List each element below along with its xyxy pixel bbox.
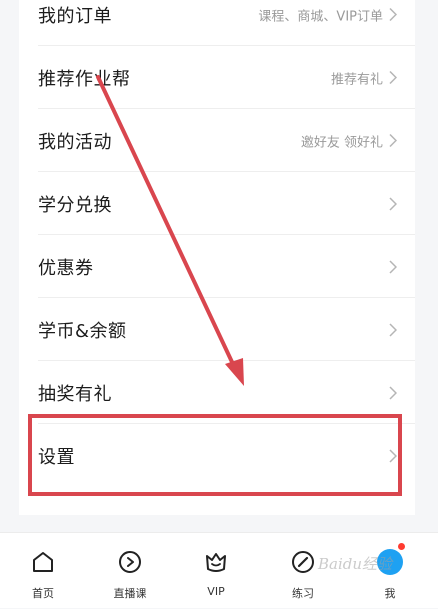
tab-label: 直播课 xyxy=(113,587,147,600)
notification-badge xyxy=(398,543,405,550)
watermark-text: Baidu经验 xyxy=(318,555,393,573)
menu-item-label: 设置 xyxy=(38,446,75,468)
menu-item-settings[interactable]: 设置 xyxy=(19,424,415,487)
chevron-right-icon xyxy=(389,7,397,22)
home-icon xyxy=(33,552,53,572)
menu-item-label: 抽奖有礼 xyxy=(38,383,112,405)
menu-item-label: 我的活动 xyxy=(38,131,112,153)
menu-item-label: 学分兑换 xyxy=(38,194,112,216)
menu-item-recommend[interactable]: 推荐作业帮 推荐有礼 xyxy=(19,46,415,109)
menu-list: 我的订单 课程、商城、VIP订单 推荐作业帮 推荐有礼 我的活动 邀好友 领好礼… xyxy=(19,0,415,515)
menu-item-label: 学币&余额 xyxy=(38,320,127,342)
chevron-right-icon xyxy=(389,448,397,463)
screen: 我的订单 课程、商城、VIP订单 推荐作业帮 推荐有礼 我的活动 邀好友 领好礼… xyxy=(0,0,438,608)
tab-label: 首页 xyxy=(32,587,54,600)
menu-item-credit-exchange[interactable]: 学分兑换 xyxy=(19,172,415,235)
tab-label: VIP xyxy=(207,585,225,598)
menu-item-coupons[interactable]: 优惠券 xyxy=(19,235,415,298)
chevron-right-icon xyxy=(389,322,397,337)
tab-label: 练习 xyxy=(292,587,314,600)
chevron-right-icon xyxy=(389,196,397,211)
menu-item-label: 我的订单 xyxy=(38,5,112,27)
menu-item-subtitle: 课程、商城、VIP订单 xyxy=(258,9,383,24)
vip-crown-icon xyxy=(206,553,226,572)
chevron-right-icon xyxy=(389,385,397,400)
menu-item-lottery[interactable]: 抽奖有礼 xyxy=(19,361,415,424)
menu-item-label: 推荐作业帮 xyxy=(38,68,131,90)
chevron-right-icon xyxy=(389,70,397,85)
menu-item-label: 优惠券 xyxy=(38,257,94,279)
chevron-right-icon xyxy=(389,259,397,274)
chevron-right-icon xyxy=(389,133,397,148)
menu-item-coins-balance[interactable]: 学币&余额 xyxy=(19,298,415,361)
menu-item-activities[interactable]: 我的活动 邀好友 领好礼 xyxy=(19,109,415,172)
menu-item-orders[interactable]: 我的订单 课程、商城、VIP订单 xyxy=(19,0,415,46)
tab-home[interactable]: 首页 xyxy=(8,533,78,609)
tab-label: 我 xyxy=(384,587,396,600)
play-icon xyxy=(119,551,141,573)
tab-live-courses[interactable]: 直播课 xyxy=(95,533,165,609)
pencil-icon xyxy=(292,551,314,573)
tab-vip[interactable]: VIP xyxy=(181,533,251,609)
menu-item-subtitle: 邀好友 领好礼 xyxy=(300,135,383,150)
menu-item-subtitle: 推荐有礼 xyxy=(330,72,383,87)
